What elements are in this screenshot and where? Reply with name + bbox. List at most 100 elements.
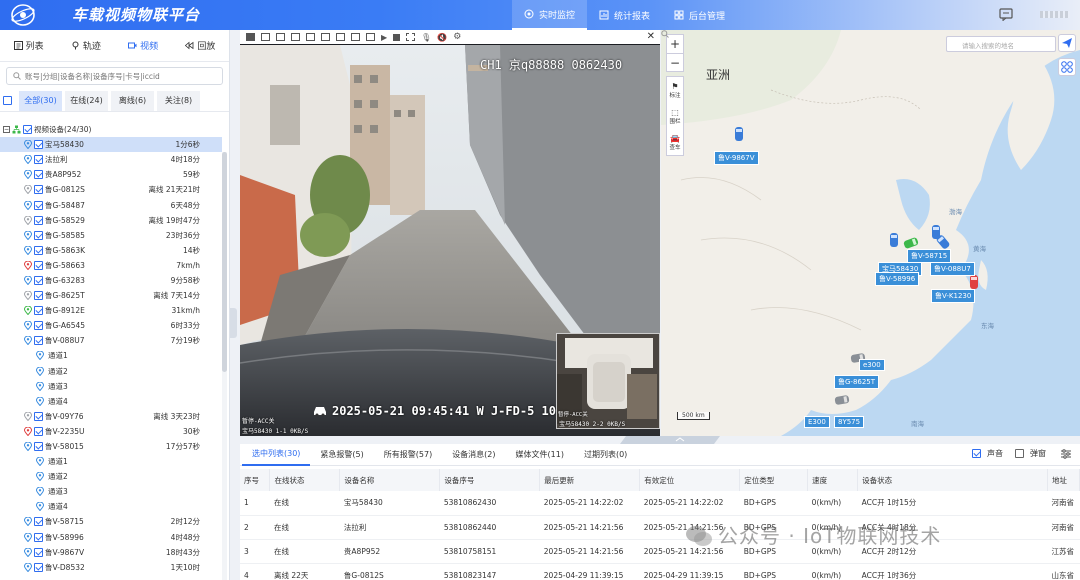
table-row[interactable]: 3 在线 贵A8P952 53810758151 2025-05-21 14:21:56… [240,539,1080,564]
map-view[interactable]: + − ⚑ 标注 ⬚ 围栏 🚘 查车 请输入搜索的地名 亚洲 渤海 黄海 东海 南海 … [661,30,1080,436]
device-checkbox[interactable] [34,306,43,316]
layout-16-icon[interactable] [351,33,360,41]
vehicle-label[interactable]: 鲁G-8625T [834,375,880,389]
device-item[interactable]: 鲁V-09Y76 离线 3天23时 [0,409,222,424]
device-item[interactable]: 鲁G-58487 6天48分 [0,197,222,212]
layout-10-icon[interactable] [321,33,330,41]
stop-icon[interactable] [393,33,401,41]
vehicle-label[interactable]: e300 [859,359,885,371]
device-item[interactable]: 贵A8P952 59秒 [0,167,222,182]
column-header[interactable]: 最后更新 [539,469,641,491]
column-header[interactable]: 设备名称 [339,469,441,491]
play-icon[interactable]: ▶ [381,33,387,42]
channel-item[interactable]: 通道3 [0,379,222,394]
tab-all-alarms[interactable]: 所有报警(57) [374,444,442,466]
device-item[interactable]: 宝马58430 1分6秒 [0,137,222,153]
table-row[interactable]: 4 离线 22天 鲁G-0812S 53810823147 2025-04-29 11:… [240,563,1080,580]
device-checkbox[interactable] [34,170,43,180]
layout-9-icon[interactable] [306,33,315,41]
layout-1-icon[interactable] [246,33,255,41]
tab-selected-list[interactable]: 选中列表(30) [242,444,311,466]
nav-admin[interactable]: 后台管理 [662,0,737,30]
device-checkbox[interactable] [34,336,43,346]
device-item[interactable]: 鲁G-8912E 31km/h [0,303,222,318]
vehicle-label[interactable]: 鲁V-9867V [714,151,759,165]
tab-track[interactable]: 轨迹 [57,30,114,61]
left-panel-collapse-handle[interactable] [230,308,237,338]
settings-icon[interactable]: ⚙ [453,32,461,42]
user-account-menu[interactable] [1040,11,1070,18]
vehicle-marker[interactable] [734,126,744,142]
device-checkbox[interactable] [34,245,43,255]
nav-reports[interactable]: 统计报表 [587,0,662,30]
collapse-toggle[interactable]: − [3,126,10,134]
popup-checkbox[interactable] [1015,449,1024,458]
device-item[interactable]: 鲁G-5863K 14秒 [0,243,222,258]
tab-video[interactable]: 视频 [115,30,172,61]
root-checkbox[interactable] [23,125,32,135]
device-checkbox[interactable] [34,411,43,421]
tab-emergency-alarm[interactable]: 紧急报警(5) [310,444,373,466]
layout-4-icon[interactable] [261,33,270,41]
device-checkbox[interactable] [34,291,43,301]
nav-realtime-monitor[interactable]: 实时监控 [512,0,588,30]
device-list-scrollbar[interactable] [222,152,227,580]
channel-item[interactable]: 通道1 [0,454,222,469]
message-icon[interactable] [999,8,1013,21]
device-checkbox[interactable] [34,426,43,436]
device-checkbox[interactable] [34,532,43,542]
filter-all[interactable]: 全部(30) [19,90,62,111]
device-checkbox[interactable] [34,155,43,165]
device-item[interactable]: 鲁V-088U7 7分19秒 [0,333,222,348]
device-checkbox[interactable] [34,321,43,331]
select-all-checkbox[interactable] [3,96,12,105]
sound-checkbox[interactable] [972,449,981,458]
device-item[interactable]: 鲁G-A6545 6时33分 [0,318,222,333]
tab-device-messages[interactable]: 设备消息(2) [442,444,505,466]
device-search-input[interactable] [25,71,215,81]
find-vehicle-tool[interactable]: 🚘 查车 [667,129,683,155]
device-checkbox[interactable] [34,547,43,557]
device-item[interactable]: 鲁G-0812S 离线 21天21时 [0,182,222,197]
device-checkbox[interactable] [34,275,43,285]
device-item[interactable]: 鲁V-58715 2时12分 [0,514,222,529]
device-checkbox[interactable] [34,260,43,270]
filter-offline[interactable]: 离线(6) [111,90,154,111]
map-layer-button[interactable] [1058,34,1076,52]
channel-item[interactable]: 通道4 [0,394,222,409]
map-search-input[interactable]: 请输入搜索的地名 [946,36,1056,52]
column-header[interactable]: 序号 [240,469,271,491]
vehicle-label[interactable]: 8Y575 [834,416,865,428]
device-item[interactable]: 鲁V-58996 4时48分 [0,530,222,545]
vehicle-label[interactable]: 鲁V-58996 [875,272,920,286]
pip-video-stream[interactable]: 暂停-ACC关 宝马58430 2-2 0KB/S [556,333,660,429]
device-item[interactable]: 鲁G-58585 23时36分 [0,228,222,243]
device-item[interactable]: 鲁V-9867V 18时43分 [0,545,222,560]
vehicle-label[interactable]: 鲁V-088U7 [930,262,975,276]
device-checkbox[interactable] [34,442,43,452]
zoom-out-button[interactable]: − [667,53,683,71]
column-header[interactable]: 速度 [807,469,859,491]
column-header[interactable]: 地址 [1047,469,1080,491]
microphone-icon[interactable]: 🎙 [421,33,431,42]
vehicle-marker[interactable] [889,232,899,248]
filter-followed[interactable]: 关注(8) [157,90,200,111]
layout-25-icon[interactable] [366,33,375,41]
device-item[interactable]: 鲁V-D8532 1天10时 [0,560,222,575]
fence-tool[interactable]: ⬚ 围栏 [667,103,683,129]
device-item[interactable]: 鲁V-2235U 30秒 [0,424,222,439]
vehicle-label[interactable]: 鲁V-58715 [907,249,952,263]
device-checkbox[interactable] [34,185,43,195]
channel-item[interactable]: 通道1 [0,348,222,363]
layout-13-icon[interactable] [336,33,345,41]
close-icon[interactable]: ✕ [647,31,655,42]
map-cluster-button[interactable] [1058,58,1076,76]
mute-icon[interactable]: 🔇 [437,33,447,42]
table-row[interactable]: 1 在线 宝马58430 53810862430 2025-05-21 14:22:02… [240,491,1080,516]
column-header[interactable]: 在线状态 [269,469,341,491]
mark-tool[interactable]: ⚑ 标注 [667,77,683,103]
device-item[interactable]: 鲁G-63283 9分58秒 [0,273,222,288]
channel-item[interactable]: 通道2 [0,469,222,484]
zoom-in-button[interactable]: + [667,35,683,53]
device-item[interactable]: 鲁G-8625T 离线 7天14分 [0,288,222,303]
